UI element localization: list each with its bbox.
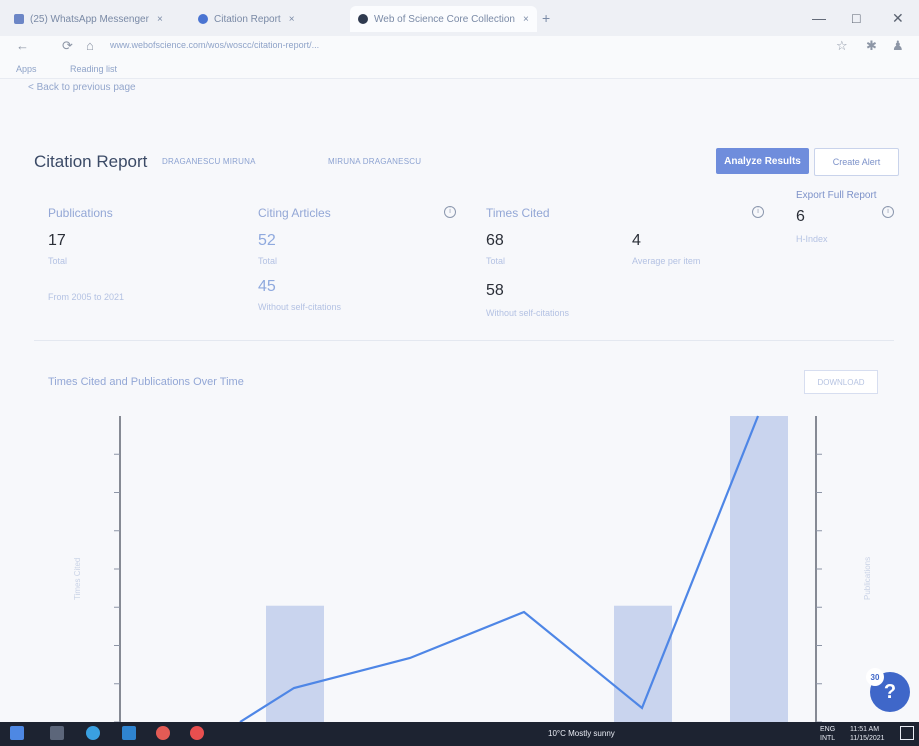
bookmark-apps[interactable]: Apps — [16, 64, 37, 74]
h-index-value: 6 — [796, 208, 805, 225]
tab-close-icon[interactable]: × — [523, 14, 529, 25]
chart-title: Times Cited and Publications Over Time — [48, 376, 244, 388]
citing-articles-total[interactable]: 52 — [258, 232, 276, 250]
times-cited-without: 58 — [486, 282, 504, 299]
publications-sub: Total — [48, 256, 68, 266]
maximize-icon[interactable]: □ — [852, 10, 860, 26]
edge-icon[interactable] — [86, 726, 100, 740]
times-cited-total: 68 — [486, 232, 504, 249]
chrome-icon[interactable] — [190, 726, 204, 740]
help-badge: 30 — [866, 668, 884, 686]
citing-articles-total-sub: Total — [258, 256, 278, 266]
minimize-icon[interactable]: — — [812, 10, 826, 26]
tab-citation-report[interactable]: Citation Report × — [190, 6, 303, 32]
left-axis-label: Times Cited — [73, 558, 82, 600]
new-tab-button[interactable]: + — [542, 10, 550, 26]
reload-icon[interactable]: ⟳ — [62, 38, 73, 54]
tab-close-icon[interactable]: × — [289, 14, 295, 25]
section-divider — [34, 340, 894, 341]
page-title: Citation Report — [34, 152, 148, 171]
bookmark-reading-list[interactable]: Reading list — [70, 64, 117, 74]
average-value: 4 — [632, 232, 641, 249]
times-cited-chart: Times Cited Publications — [73, 415, 872, 722]
extensions-icon[interactable]: ✱ — [866, 38, 877, 54]
back-arrow-icon[interactable]: ← — [16, 38, 29, 53]
tab-close-icon[interactable]: × — [157, 14, 163, 25]
notification-icon[interactable] — [900, 726, 914, 740]
right-axis-label: Publications — [863, 557, 872, 600]
tab-wos[interactable]: Web of Science Core Collection × — [350, 6, 537, 32]
file-explorer-icon[interactable] — [122, 726, 136, 740]
tab-favicon-icon — [14, 14, 24, 24]
gridlines — [114, 453, 822, 722]
info-icon[interactable]: i — [752, 206, 764, 218]
info-icon[interactable]: i — [882, 206, 894, 218]
times-cited-total-sub: Total — [486, 256, 506, 266]
publications-label: Publications — [48, 206, 113, 220]
times-cited-without-sub: Without self-citations — [486, 308, 570, 318]
tab-label: (25) WhatsApp Messenger — [30, 13, 149, 25]
clock-time[interactable]: 11:51 AM — [850, 726, 879, 733]
average-sub: Average per item — [632, 256, 701, 266]
tab-whatsapp[interactable]: (25) WhatsApp Messenger × — [6, 6, 171, 32]
close-window-icon[interactable]: ✕ — [892, 10, 904, 27]
profile-icon[interactable]: ♟ — [892, 38, 904, 54]
analyze-results-button[interactable]: Analyze Results — [716, 148, 809, 174]
export-full-report-link[interactable]: Export Full Report — [796, 190, 877, 201]
language-indicator[interactable]: ENG — [820, 726, 835, 733]
app-icon[interactable] — [156, 726, 170, 740]
tab-label: Web of Science Core Collection — [374, 13, 515, 25]
publications-range[interactable]: From 2005 to 2021 — [48, 292, 124, 302]
home-icon[interactable]: ⌂ — [86, 38, 94, 53]
windows-start-icon[interactable] — [10, 726, 24, 740]
back-link[interactable]: < Back to previous page — [28, 82, 136, 93]
info-icon[interactable]: i — [444, 206, 456, 218]
citing-articles-without-sub: Without self-citations — [258, 302, 342, 312]
tab-favicon-icon — [358, 14, 368, 24]
h-index-sub: H-Index — [796, 234, 828, 244]
publications-value: 17 — [48, 232, 66, 249]
author-chip-1[interactable]: DRAGANESCU MIRUNA — [162, 157, 256, 166]
bookmarks-bar: Apps Reading list — [0, 60, 919, 79]
clock-date[interactable]: 11/15/2021 — [850, 735, 885, 742]
times-cited-label: Times Cited — [486, 206, 550, 220]
task-view-icon[interactable] — [50, 726, 64, 740]
address-bar[interactable]: www.webofscience.com/wos/woscc/citation-… — [110, 40, 850, 56]
publication-bar — [266, 605, 324, 722]
star-icon[interactable]: ☆ — [836, 38, 848, 54]
create-alert-button[interactable]: Create Alert — [814, 148, 899, 176]
tab-label: Citation Report — [214, 13, 281, 25]
citing-articles-label: Citing Articles — [258, 206, 331, 220]
weather-widget[interactable]: 10°C Mostly sunny — [548, 729, 615, 738]
citing-articles-without[interactable]: 45 — [258, 278, 276, 296]
chart-download-dropdown[interactable]: DOWNLOAD — [804, 370, 878, 394]
windows-taskbar — [0, 722, 919, 746]
tab-favicon-icon — [198, 14, 208, 24]
region-indicator[interactable]: INTL — [820, 735, 835, 742]
browser-tab-bar: (25) WhatsApp Messenger × Citation Repor… — [0, 0, 919, 36]
author-chip-2[interactable]: MIRUNA DRAGANESCU — [328, 157, 421, 166]
